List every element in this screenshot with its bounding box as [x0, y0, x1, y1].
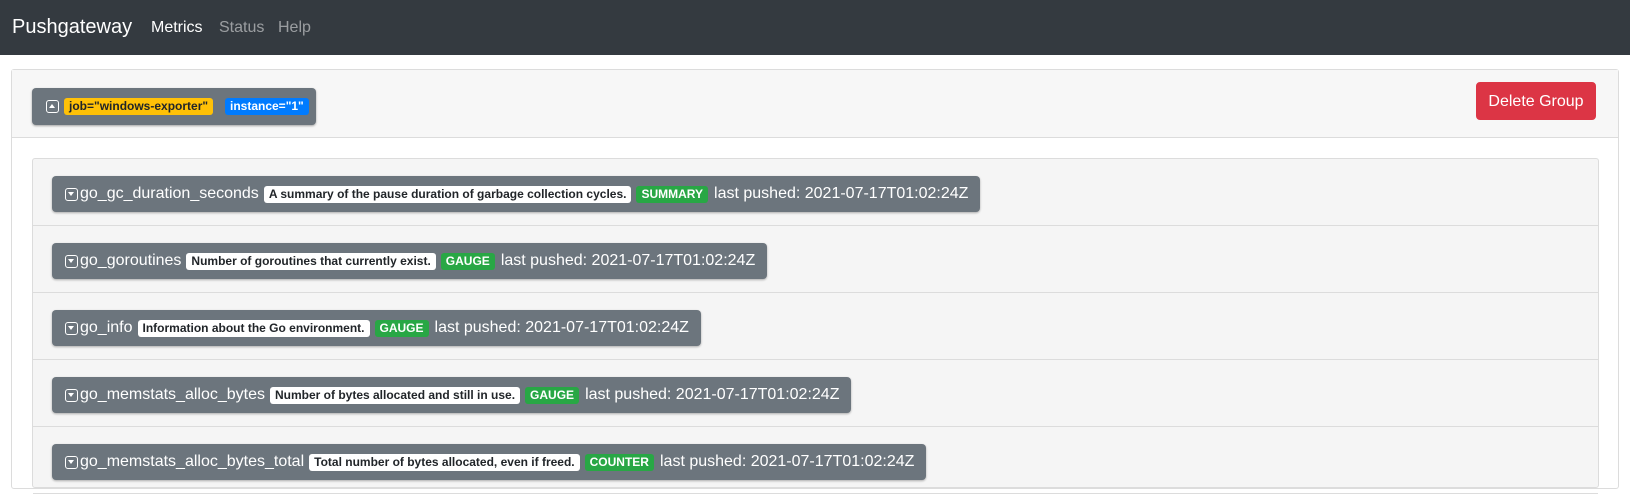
metric-last-pushed: last pushed: 2021-07-17T01:02:24Z — [714, 185, 969, 202]
caret-down-icon — [65, 254, 78, 268]
metric-toggle[interactable]: go_info Information about the Go environ… — [52, 310, 701, 346]
metric-name: go_gc_duration_seconds — [80, 185, 259, 202]
metric-help: Number of bytes allocated and still in u… — [269, 386, 521, 404]
nav-link-help[interactable]: Help — [278, 17, 311, 39]
metric-row: go_memstats_alloc_bytes Number of bytes … — [33, 360, 1598, 427]
metric-name: go_memstats_alloc_bytes_total — [80, 453, 305, 470]
metric-toggle[interactable]: go_memstats_alloc_bytes_total Total numb… — [52, 444, 927, 480]
metric-row: go_goroutines Number of goroutines that … — [33, 226, 1598, 293]
group-card: job="windows-exporter" instance="1" Dele… — [11, 69, 1619, 494]
metric-toggle[interactable]: go_memstats_alloc_bytes Number of bytes … — [52, 377, 852, 413]
caret-up-icon — [46, 100, 59, 113]
metric-row: go_info Information about the Go environ… — [33, 293, 1598, 360]
metric-help: Total number of bytes allocated, even if… — [309, 453, 580, 471]
instance-label: instance="1" — [225, 98, 309, 115]
brand[interactable]: Pushgateway — [12, 14, 132, 41]
metric-help: Number of goroutines that currently exis… — [186, 252, 436, 270]
metric-help: A summary of the pause duration of garba… — [263, 185, 632, 203]
nav-link-metrics[interactable]: Metrics — [151, 17, 203, 39]
caret-down-icon — [65, 388, 78, 402]
metric-type-badge: GAUGE — [440, 252, 495, 270]
metric-name: go_info — [80, 319, 133, 336]
metric-last-pushed: last pushed: 2021-07-17T01:02:24Z — [500, 252, 756, 269]
metric-type-badge: SUMMARY — [636, 185, 709, 203]
metric-row: go_memstats_alloc_bytes_total Total numb… — [33, 427, 1598, 494]
metric-type-badge: GAUGE — [374, 319, 429, 337]
metric-last-pushed: last pushed: 2021-07-17T01:02:24Z — [659, 453, 915, 470]
metric-last-pushed: last pushed: 2021-07-17T01:02:24Z — [585, 386, 840, 403]
metric-toggle[interactable]: go_gc_duration_seconds A summary of the … — [52, 176, 981, 212]
metrics-list: go_gc_duration_seconds A summary of the … — [32, 158, 1599, 494]
nav-link-status[interactable]: Status — [219, 17, 264, 39]
navbar: Pushgateway Metrics Status Help — [0, 0, 1630, 55]
caret-down-icon — [65, 187, 78, 201]
metric-help: Information about the Go environment. — [137, 319, 370, 337]
group-toggle[interactable]: job="windows-exporter" instance="1" — [32, 88, 316, 125]
metric-last-pushed: last pushed: 2021-07-17T01:02:24Z — [434, 319, 689, 336]
metric-type-badge: GAUGE — [525, 386, 580, 404]
metric-name: go_memstats_alloc_bytes — [80, 386, 265, 403]
metric-name: go_goroutines — [80, 252, 182, 269]
metric-toggle[interactable]: go_goroutines Number of goroutines that … — [52, 243, 768, 279]
metric-type-badge: COUNTER — [584, 453, 654, 471]
caret-down-icon — [65, 321, 78, 335]
delete-group-button[interactable]: Delete Group — [1476, 82, 1596, 120]
group-header: job="windows-exporter" instance="1" Dele… — [12, 70, 1618, 138]
caret-down-icon — [65, 455, 78, 469]
metric-row: go_gc_duration_seconds A summary of the … — [33, 159, 1598, 226]
job-label: job="windows-exporter" — [64, 98, 214, 115]
